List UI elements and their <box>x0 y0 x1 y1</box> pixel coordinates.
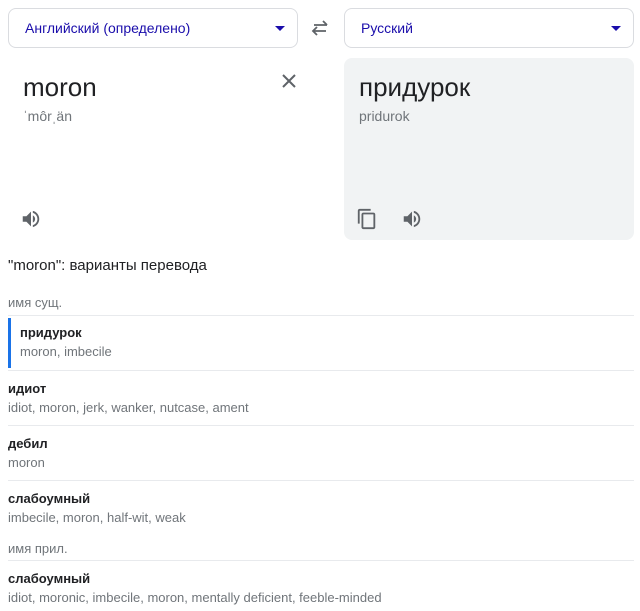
source-listen-button[interactable] <box>20 208 42 230</box>
variant-synonyms: moron <box>8 455 45 470</box>
variant-word: дебил <box>8 436 48 451</box>
divider <box>8 370 634 371</box>
divider <box>8 315 634 316</box>
pos-label-adjective: имя прил. <box>8 541 68 556</box>
speaker-icon <box>22 210 40 228</box>
variant-word: слабоумный <box>8 571 91 586</box>
target-listen-button[interactable] <box>401 208 423 230</box>
variant-synonyms: moron, imbecile <box>20 344 112 359</box>
variant-entry[interactable]: дебил moron <box>8 436 634 470</box>
target-panel: придурок pridurok <box>344 58 634 240</box>
variant-word: идиот <box>8 381 47 396</box>
variant-synonyms: idiot, moron, jerk, wanker, nutcase, ame… <box>8 400 249 415</box>
source-language-select[interactable]: Английский (определено) <box>8 8 298 48</box>
variants-title: "moron": варианты перевода <box>8 257 207 274</box>
swap-arrows-icon <box>311 20 328 36</box>
variant-word: слабоумный <box>8 491 91 506</box>
variant-entry[interactable]: слабоумный idiot, moronic, imbecile, mor… <box>8 571 634 605</box>
divider <box>8 560 634 561</box>
speaker-icon <box>403 210 421 228</box>
variant-synonyms: imbecile, moron, half-wit, weak <box>8 510 186 525</box>
target-language-label: Русский <box>361 20 413 36</box>
translation-transliteration: pridurok <box>359 108 410 124</box>
divider <box>8 425 634 426</box>
caret-down-icon <box>275 25 285 31</box>
divider <box>8 480 634 481</box>
copy-button[interactable] <box>356 208 378 230</box>
target-language-select[interactable]: Русский <box>344 8 634 48</box>
source-language-label: Английский (определено) <box>25 20 191 36</box>
source-panel: moron ˈmôrˌän <box>8 58 304 240</box>
source-phonetic: ˈmôrˌän <box>23 108 73 124</box>
translation-text: придурок <box>359 72 471 102</box>
variant-word: придурок <box>20 325 82 340</box>
variant-entry[interactable]: идиот idiot, moron, jerk, wanker, nutcas… <box>8 381 634 415</box>
variant-entry[interactable]: слабоумный imbecile, moron, half-wit, we… <box>8 491 634 525</box>
swap-languages-button[interactable] <box>305 14 335 42</box>
copy-icon <box>357 208 376 230</box>
variant-entry[interactable]: придурок moron, imbecile <box>8 318 634 368</box>
variant-synonyms: idiot, moronic, imbecile, moron, mentall… <box>8 590 382 605</box>
close-icon <box>282 74 296 88</box>
caret-down-icon <box>611 25 621 31</box>
pos-label-noun: имя сущ. <box>8 295 63 310</box>
source-text[interactable]: moron <box>23 72 97 103</box>
clear-button[interactable] <box>278 70 300 92</box>
